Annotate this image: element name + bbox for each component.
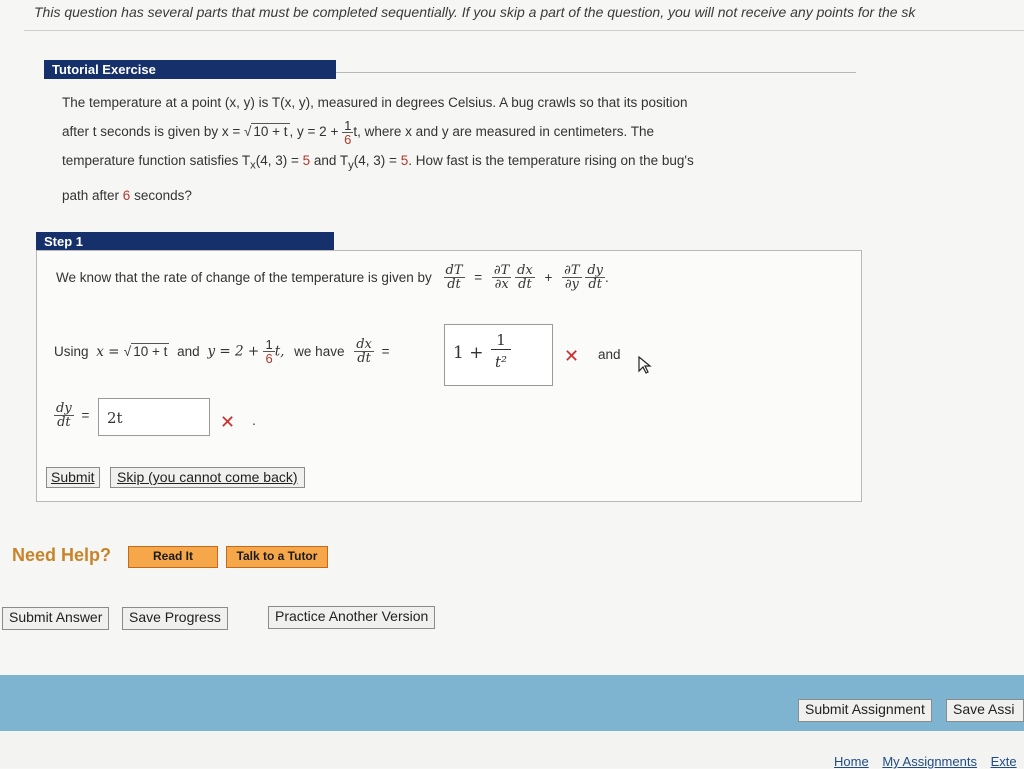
- fraction: 16: [263, 337, 275, 366]
- incorrect-icon: ✕: [220, 412, 236, 432]
- tutorial-header: Tutorial Exercise: [44, 60, 336, 79]
- fraction: dy dt: [585, 263, 606, 292]
- practice-another-version-button[interactable]: Practice Another Version: [268, 606, 436, 629]
- step-submit-button[interactable]: Submit: [46, 467, 100, 488]
- skip-button[interactable]: Skip (you cannot come back): [110, 467, 305, 488]
- divider: [24, 30, 1024, 31]
- submit-answer-button[interactable]: Submit Answer: [2, 607, 110, 630]
- divider: [336, 72, 856, 73]
- fraction: ∂T ∂x: [491, 263, 512, 292]
- problem-line-1: The temperature at a point (x, y) is T(x…: [62, 95, 688, 110]
- sequential-warning: This question has several parts that mus…: [34, 4, 916, 20]
- read-it-button[interactable]: Read It: [128, 546, 218, 568]
- footer-links: Home My Assignments Exte: [834, 754, 1024, 769]
- problem-statement: The temperature at a point (x, y) is T(x…: [62, 88, 842, 210]
- fraction: ∂T ∂y: [562, 263, 582, 292]
- dx-dt-answer-input[interactable]: 1 + 1 t²: [444, 324, 553, 386]
- fraction: 16: [342, 117, 354, 147]
- save-assignment-button[interactable]: Save Assi: [946, 699, 1024, 722]
- using-line: Using x = √ 10 + t and y = 2 + 1 6 t, we ha…: [54, 337, 390, 366]
- mouse-cursor-icon: [638, 355, 652, 379]
- and-label: and: [598, 347, 621, 362]
- save-progress-button[interactable]: Save Progress: [122, 607, 228, 630]
- need-help-title: Need Help?: [12, 545, 112, 565]
- dy-dt-answer-input[interactable]: 2t: [98, 398, 210, 436]
- fraction: dx dt: [354, 337, 374, 366]
- fraction: dy dt: [54, 401, 74, 430]
- my-assignments-link[interactable]: My Assignments: [882, 754, 977, 769]
- home-link[interactable]: Home: [834, 754, 869, 769]
- incorrect-icon: ✕: [564, 346, 580, 366]
- period: .: [252, 412, 256, 428]
- chain-rule-line: We know that the rate of change of the t…: [56, 263, 609, 292]
- dy-dt-line: dy dt =: [54, 401, 90, 430]
- step-header: Step 1: [36, 232, 334, 252]
- talk-to-tutor-button[interactable]: Talk to a Tutor: [226, 546, 328, 568]
- fraction: dT dt: [443, 263, 465, 292]
- problem-line-2: after t seconds is given by x = √ 10 + t,…: [62, 117, 654, 147]
- problem-line-3: temperature function satisfies Tx(4, 3) …: [62, 153, 694, 172]
- extension-link[interactable]: Exte: [991, 754, 1017, 769]
- problem-line-4: path after 6 seconds?: [62, 187, 192, 203]
- fraction: dx dt: [515, 263, 535, 292]
- submit-assignment-button[interactable]: Submit Assignment: [798, 699, 932, 722]
